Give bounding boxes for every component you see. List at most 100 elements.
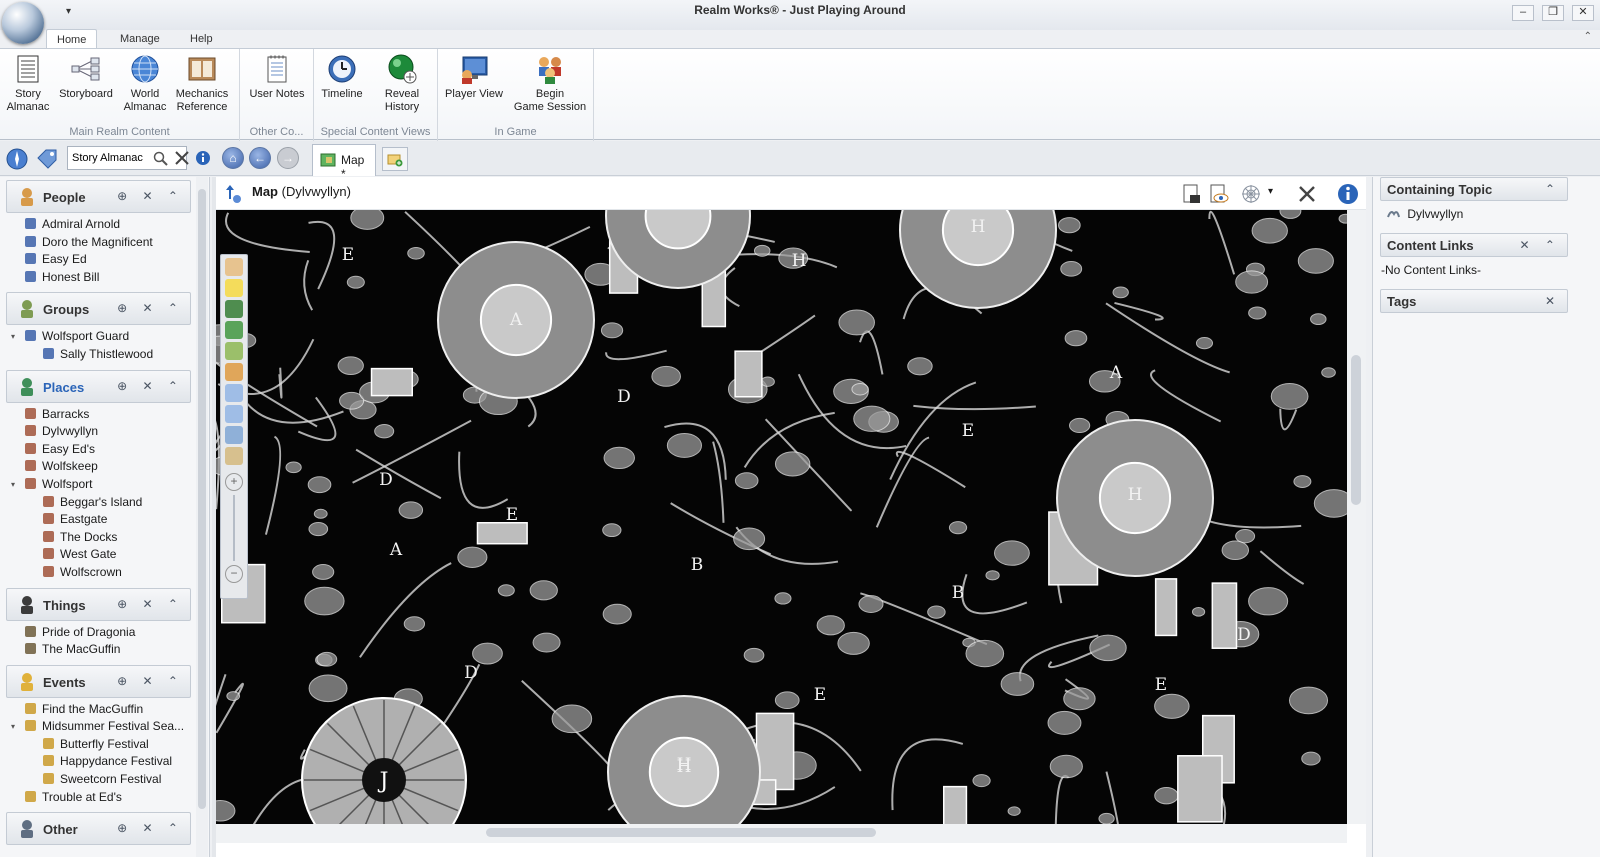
- home-button[interactable]: ⌂: [222, 147, 244, 169]
- sidebar-item[interactable]: Find the MacGuffin: [0, 701, 209, 719]
- sidebar-item[interactable]: Easy Ed's: [0, 441, 209, 459]
- horizontal-scroll-thumb[interactable]: [486, 828, 876, 837]
- category-actions[interactable]: ⊕ ✕ ⌃: [117, 674, 184, 688]
- containing-topic-header[interactable]: Containing Topic ⌃: [1380, 177, 1568, 201]
- world-almanac-button[interactable]: World Almanac: [120, 53, 170, 114]
- sidebar-item[interactable]: The MacGuffin: [0, 641, 209, 659]
- sidebar-item[interactable]: Trouble at Ed's: [0, 789, 209, 807]
- expand-icon[interactable]: ▾: [11, 718, 15, 735]
- tags-tools-icon[interactable]: ✕: [1545, 294, 1561, 308]
- category-things[interactable]: Things ⊕ ✕ ⌃: [6, 587, 191, 621]
- close-button[interactable]: ✕: [1572, 5, 1594, 21]
- sidebar-item[interactable]: ▾ Midsummer Festival Sea...: [0, 718, 209, 736]
- zoom-out-icon[interactable]: [225, 405, 243, 423]
- sidebar-item[interactable]: ▾ Wolfsport Guard: [0, 328, 209, 346]
- sidebar-item[interactable]: Eastgate: [0, 511, 209, 529]
- sidebar-item[interactable]: Wolfscrown: [0, 564, 209, 582]
- sidebar-item[interactable]: The Docks: [0, 529, 209, 547]
- zoom-slider-track[interactable]: [233, 495, 235, 561]
- category-actions[interactable]: ⊕ ✕ ⌃: [117, 189, 184, 203]
- add-layer-icon[interactable]: [225, 321, 243, 339]
- restore-button[interactable]: ❐: [1542, 5, 1564, 21]
- category-groups[interactable]: Groups ⊕ ✕ ⌃: [6, 292, 191, 326]
- compass-icon[interactable]: [6, 148, 28, 170]
- category-actions[interactable]: ⊕ ✕ ⌃: [117, 821, 184, 835]
- expand-icon[interactable]: ▾: [11, 476, 15, 493]
- tab-home[interactable]: Home: [46, 29, 98, 50]
- collapse-icon[interactable]: ⌃: [1545, 182, 1561, 196]
- category-places[interactable]: Places ⊕ ✕ ⌃: [6, 369, 191, 403]
- preview-icon[interactable]: [1208, 183, 1230, 205]
- web-icon[interactable]: [1240, 183, 1262, 205]
- category-actions[interactable]: ⊕ ✕ ⌃: [117, 379, 184, 393]
- reveal-history-button[interactable]: Reveal History: [374, 53, 430, 114]
- sidebar-item[interactable]: Sweetcorn Festival: [0, 771, 209, 789]
- tab-manage[interactable]: Manage: [110, 29, 170, 50]
- sidebar-item[interactable]: Wolfskeep: [0, 458, 209, 476]
- sidebar-item[interactable]: Honest Bill: [0, 269, 209, 287]
- containing-topic-link[interactable]: Dylvwyllyn: [1387, 207, 1600, 227]
- back-button[interactable]: ←: [249, 147, 271, 169]
- map-canvas[interactable]: EHAHAHDDEEHBBADDEHJE + −: [216, 210, 1347, 824]
- zoom-minus-icon[interactable]: −: [225, 565, 243, 583]
- category-actions[interactable]: ⊕ ✕ ⌃: [117, 301, 184, 315]
- select-region-icon[interactable]: [225, 300, 243, 318]
- pan-hand-icon[interactable]: [225, 258, 243, 276]
- zoom-plus-icon[interactable]: +: [225, 473, 243, 491]
- story-almanac-button[interactable]: Story Almanac: [4, 53, 52, 114]
- tab-help[interactable]: Help: [180, 29, 223, 50]
- sidebar-item[interactable]: Butterfly Festival: [0, 736, 209, 754]
- sidebar-item[interactable]: Barracks: [0, 406, 209, 424]
- content-links-actions[interactable]: ✕ ⌃: [1520, 238, 1561, 252]
- user-notes-button[interactable]: User Notes: [244, 53, 310, 101]
- horizontal-scrollbar[interactable]: [216, 824, 1347, 843]
- vertical-scrollbar[interactable]: [1347, 210, 1366, 824]
- category-events[interactable]: Events ⊕ ✕ ⌃: [6, 664, 191, 698]
- sidebar-item[interactable]: Sally Thistlewood: [0, 346, 209, 364]
- tools-icon[interactable]: [1296, 183, 1318, 205]
- remove-pin-icon[interactable]: [225, 363, 243, 381]
- sidebar-item[interactable]: Doro the Magnificent: [0, 234, 209, 252]
- vertical-scroll-thumb[interactable]: [1351, 355, 1361, 505]
- category-other[interactable]: Other ⊕ ✕ ⌃: [6, 812, 191, 846]
- fit-map-icon[interactable]: [225, 426, 243, 444]
- sidebar-item[interactable]: Dylvwyllyn: [0, 423, 209, 441]
- parent-topic-icon[interactable]: [222, 183, 244, 205]
- mechanics-reference-button[interactable]: Mechanics Reference: [172, 53, 232, 114]
- minimize-button[interactable]: –: [1512, 5, 1534, 21]
- sidebar-item[interactable]: Admiral Arnold: [0, 216, 209, 234]
- app-menu-orb-icon[interactable]: [2, 2, 44, 44]
- timeline-button[interactable]: Timeline: [318, 53, 366, 101]
- sidebar-item[interactable]: West Gate: [0, 546, 209, 564]
- sidebar-item[interactable]: Easy Ed: [0, 251, 209, 269]
- tools-icon[interactable]: [174, 150, 190, 166]
- begin-game-session-button[interactable]: Begin Game Session: [510, 53, 590, 114]
- tags-header[interactable]: Tags ✕: [1380, 289, 1568, 313]
- ribbon-collapse-icon[interactable]: ⌃: [1584, 31, 1592, 42]
- sidebar-item[interactable]: ▾ Wolfsport: [0, 476, 209, 494]
- zoom-region-icon[interactable]: [225, 447, 243, 465]
- web-dropdown-icon[interactable]: ▾: [1268, 186, 1273, 197]
- category-actions[interactable]: ⊕ ✕ ⌃: [117, 597, 184, 611]
- map-image[interactable]: E HAHAHDDEEHBBADDEHJE: [216, 210, 1347, 824]
- sidebar-item[interactable]: Pride of Dragonia: [0, 624, 209, 642]
- player-view-button[interactable]: Player View: [442, 53, 506, 101]
- sidebar-item[interactable]: Happydance Festival: [0, 753, 209, 771]
- zoom-in-icon[interactable]: [225, 384, 243, 402]
- map-layers-icon[interactable]: [225, 342, 243, 360]
- storyboard-button[interactable]: Storyboard: [56, 53, 116, 101]
- category-people[interactable]: People ⊕ ✕ ⌃: [6, 180, 191, 213]
- info-icon[interactable]: [195, 150, 211, 166]
- add-pin-icon[interactable]: [225, 279, 243, 297]
- sidebar-scroll-thumb[interactable]: [198, 189, 206, 809]
- search-icon[interactable]: [153, 151, 169, 167]
- search-input[interactable]: [67, 146, 187, 170]
- tag-icon[interactable]: [36, 148, 58, 170]
- expand-icon[interactable]: ▾: [11, 328, 15, 345]
- forward-button[interactable]: →: [277, 147, 299, 169]
- sidebar-item[interactable]: Beggar's Island: [0, 494, 209, 512]
- new-tab-button[interactable]: [382, 147, 408, 171]
- content-links-header[interactable]: Content Links ✕ ⌃: [1380, 233, 1568, 257]
- tab-map[interactable]: Map *: [312, 144, 376, 181]
- document-icon[interactable]: [1180, 183, 1202, 205]
